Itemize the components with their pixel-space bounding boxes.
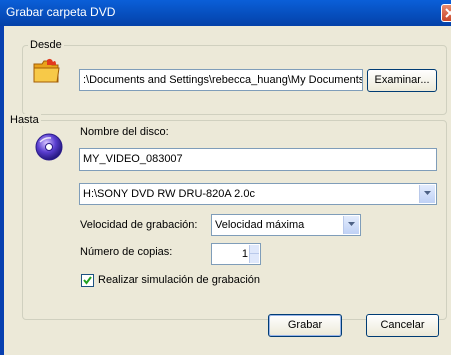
source-group-label: Desde (28, 39, 64, 51)
source-path-field[interactable]: :\Documents and Settings\rebecca_huang\M… (79, 69, 363, 91)
copies-stepper[interactable]: 1 (211, 243, 261, 265)
drive-select-value: H:\SONY DVD RW DRU-820A 2.0c (83, 188, 255, 200)
title-bar[interactable]: Grabar carpeta DVD (0, 0, 451, 26)
speed-select[interactable]: Velocidad máxima (211, 214, 361, 236)
speed-select-value: Velocidad máxima (215, 219, 305, 231)
disc-name-label: Nombre del disco: (80, 126, 169, 138)
checkmark-icon (83, 276, 92, 285)
browse-button[interactable]: Examinar... (367, 69, 437, 92)
burn-button[interactable]: Grabar (268, 314, 342, 337)
chevron-down-icon (424, 191, 431, 195)
window-title: Grabar carpeta DVD (6, 5, 116, 19)
copies-value: 1 (241, 248, 248, 260)
drive-dropdown-button[interactable] (419, 185, 435, 203)
drive-select[interactable]: H:\SONY DVD RW DRU-820A 2.0c (79, 183, 437, 205)
burn-dvd-folder-dialog: Grabar carpeta DVD Desde :\Documents and… (0, 0, 451, 355)
speed-label: Velocidad de grabación: (80, 219, 198, 231)
folder-icon (32, 58, 60, 84)
simulation-checkbox[interactable] (81, 274, 94, 287)
close-icon (445, 8, 451, 18)
dialog-body: Desde :\Documents and Settings\rebecca_h… (0, 26, 451, 355)
copies-spin-buttons[interactable] (249, 245, 259, 263)
disc-name-input[interactable]: MY_VIDEO_083007 (79, 148, 437, 171)
destination-group-label: Hasta (8, 114, 41, 126)
chevron-down-icon (348, 222, 355, 226)
cancel-button[interactable]: Cancelar (366, 314, 439, 337)
close-button[interactable] (441, 4, 451, 22)
dvd-disc-icon (35, 133, 63, 161)
speed-dropdown-button[interactable] (343, 216, 359, 234)
copies-label: Número de copias: (80, 246, 173, 258)
simulation-label: Realizar simulación de grabación (98, 274, 261, 286)
